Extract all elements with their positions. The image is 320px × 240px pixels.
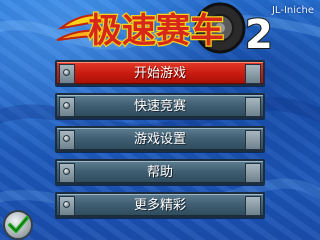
- main-menu: 开始游戏 快速竞赛 游戏设置 帮助 更多精彩: [55, 60, 265, 225]
- menu-item-label: 快速竞赛: [133, 99, 186, 114]
- logo-title-text: 极速赛车: [88, 11, 224, 51]
- bolt-icon: [63, 135, 70, 142]
- button-cap-right: [245, 130, 261, 150]
- bolt-icon: [63, 102, 70, 109]
- menu-item-more-games[interactable]: 更多精彩: [55, 192, 265, 218]
- button-cap-right: [245, 163, 261, 183]
- logo-number: 2: [245, 12, 273, 58]
- menu-item-label: 开始游戏: [133, 66, 186, 81]
- bolt-icon: [63, 201, 70, 208]
- menu-item-label: 游戏设置: [133, 132, 186, 147]
- checkmark-icon: [8, 216, 29, 233]
- menu-item-start-game[interactable]: 开始游戏: [55, 60, 265, 86]
- menu-item-quick-race[interactable]: 快速竞赛: [55, 93, 265, 119]
- game-logo: 极速赛车 2: [56, 2, 274, 59]
- game-screen: 极速赛车 2 JL-Iniche 开始游戏 快速竞赛 游戏设置 帮助 更多精彩: [0, 0, 320, 240]
- button-cap-right: [245, 64, 261, 84]
- button-cap-right: [245, 196, 261, 216]
- menu-item-help[interactable]: 帮助: [55, 159, 265, 185]
- menu-item-game-settings[interactable]: 游戏设置: [55, 126, 265, 152]
- confirm-softkey[interactable]: [3, 210, 33, 240]
- button-cap-right: [245, 97, 261, 117]
- watermark: JL-Iniche: [271, 5, 314, 16]
- menu-item-label: 帮助: [146, 165, 173, 180]
- menu-item-label: 更多精彩: [133, 198, 186, 213]
- bolt-icon: [63, 168, 70, 175]
- bolt-icon: [63, 69, 70, 76]
